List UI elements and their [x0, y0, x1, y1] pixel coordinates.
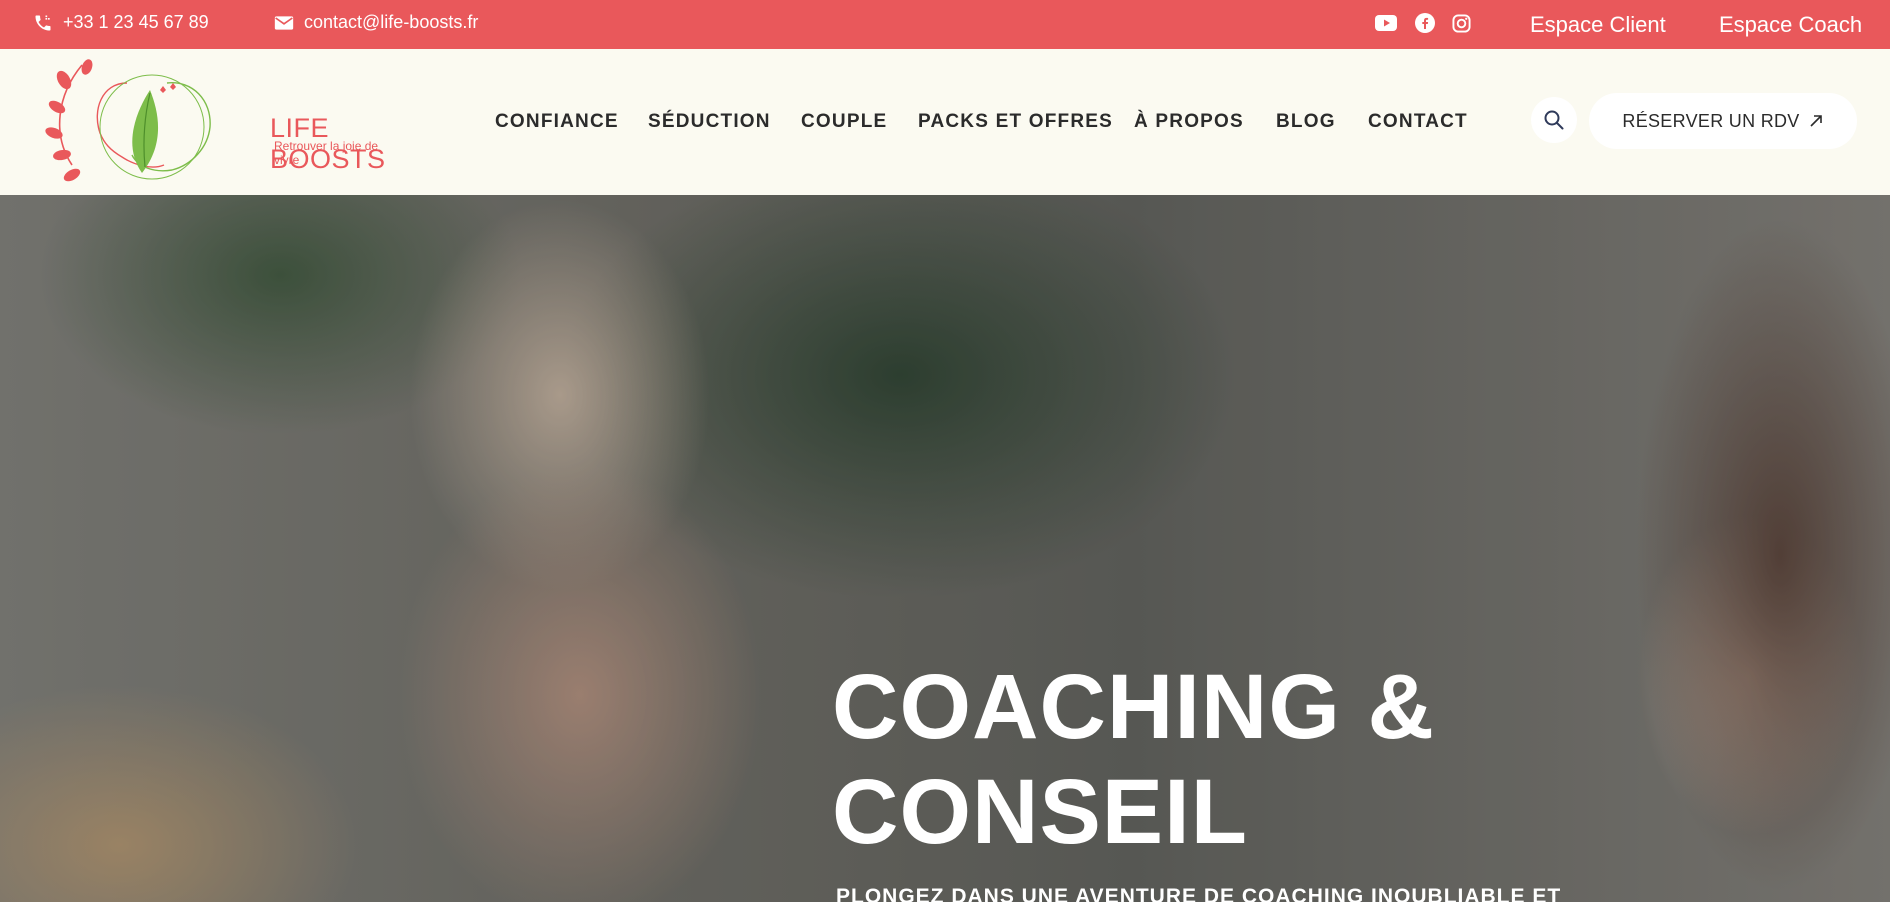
nav-item-contact[interactable]: CONTACT: [1368, 111, 1468, 133]
search-button[interactable]: [1531, 97, 1577, 143]
espace-coach-link[interactable]: Espace Coach: [1719, 0, 1862, 49]
hero-banner: COACHING & CONSEIL PLONGEZ DANS UNE AVEN…: [0, 195, 1890, 902]
hero-title-line-2: CONSEIL: [832, 761, 1248, 863]
arrow-up-right-icon: [1810, 115, 1822, 127]
nav-item-confiance[interactable]: CONFIANCE: [495, 111, 619, 133]
hero-title-line-1: COACHING &: [832, 656, 1435, 758]
nav-item-packs-et-offres[interactable]: PACKS ET OFFRES: [918, 111, 1113, 133]
nav-item-seduction[interactable]: SÉDUCTION: [648, 111, 771, 133]
nav-item-blog[interactable]: BLOG: [1276, 111, 1336, 133]
hero-title: COACHING & CONSEIL: [832, 655, 1435, 865]
envelope-icon: [274, 15, 294, 30]
email-text: contact@life-boosts.fr: [304, 12, 479, 32]
top-bar: +33 1 23 45 67 89 contact@life-boosts.fr…: [0, 0, 1890, 49]
email-link[interactable]: contact@life-boosts.fr: [274, 0, 478, 45]
espace-client-link[interactable]: Espace Client: [1530, 0, 1666, 49]
site-header: LIFE BOOSTS Retrouver la joie de vivre C…: [0, 49, 1890, 195]
youtube-icon[interactable]: [1373, 10, 1399, 36]
phone-text: +33 1 23 45 67 89: [63, 12, 209, 32]
hero-subtitle: PLONGEZ DANS UNE AVENTURE DE COACHING IN…: [836, 885, 1562, 902]
phone-link[interactable]: +33 1 23 45 67 89: [33, 0, 209, 45]
phone-icon: [35, 15, 51, 30]
logo-emblem-icon: [45, 59, 211, 182]
facebook-icon[interactable]: [1412, 10, 1438, 36]
search-icon: [1544, 110, 1564, 130]
reserver-rdv-button[interactable]: RÉSERVER UN RDV: [1589, 93, 1857, 149]
instagram-icon[interactable]: [1448, 10, 1474, 36]
logo-subtitle: Retrouver la joie de vivre: [274, 139, 379, 167]
nav-item-a-propos[interactable]: À PROPOS: [1134, 111, 1244, 133]
logo[interactable]: LIFE BOOSTS Retrouver la joie de vivre: [42, 55, 385, 185]
reserver-rdv-label: RÉSERVER UN RDV: [1622, 110, 1800, 131]
nav-item-couple[interactable]: COUPLE: [801, 111, 887, 133]
